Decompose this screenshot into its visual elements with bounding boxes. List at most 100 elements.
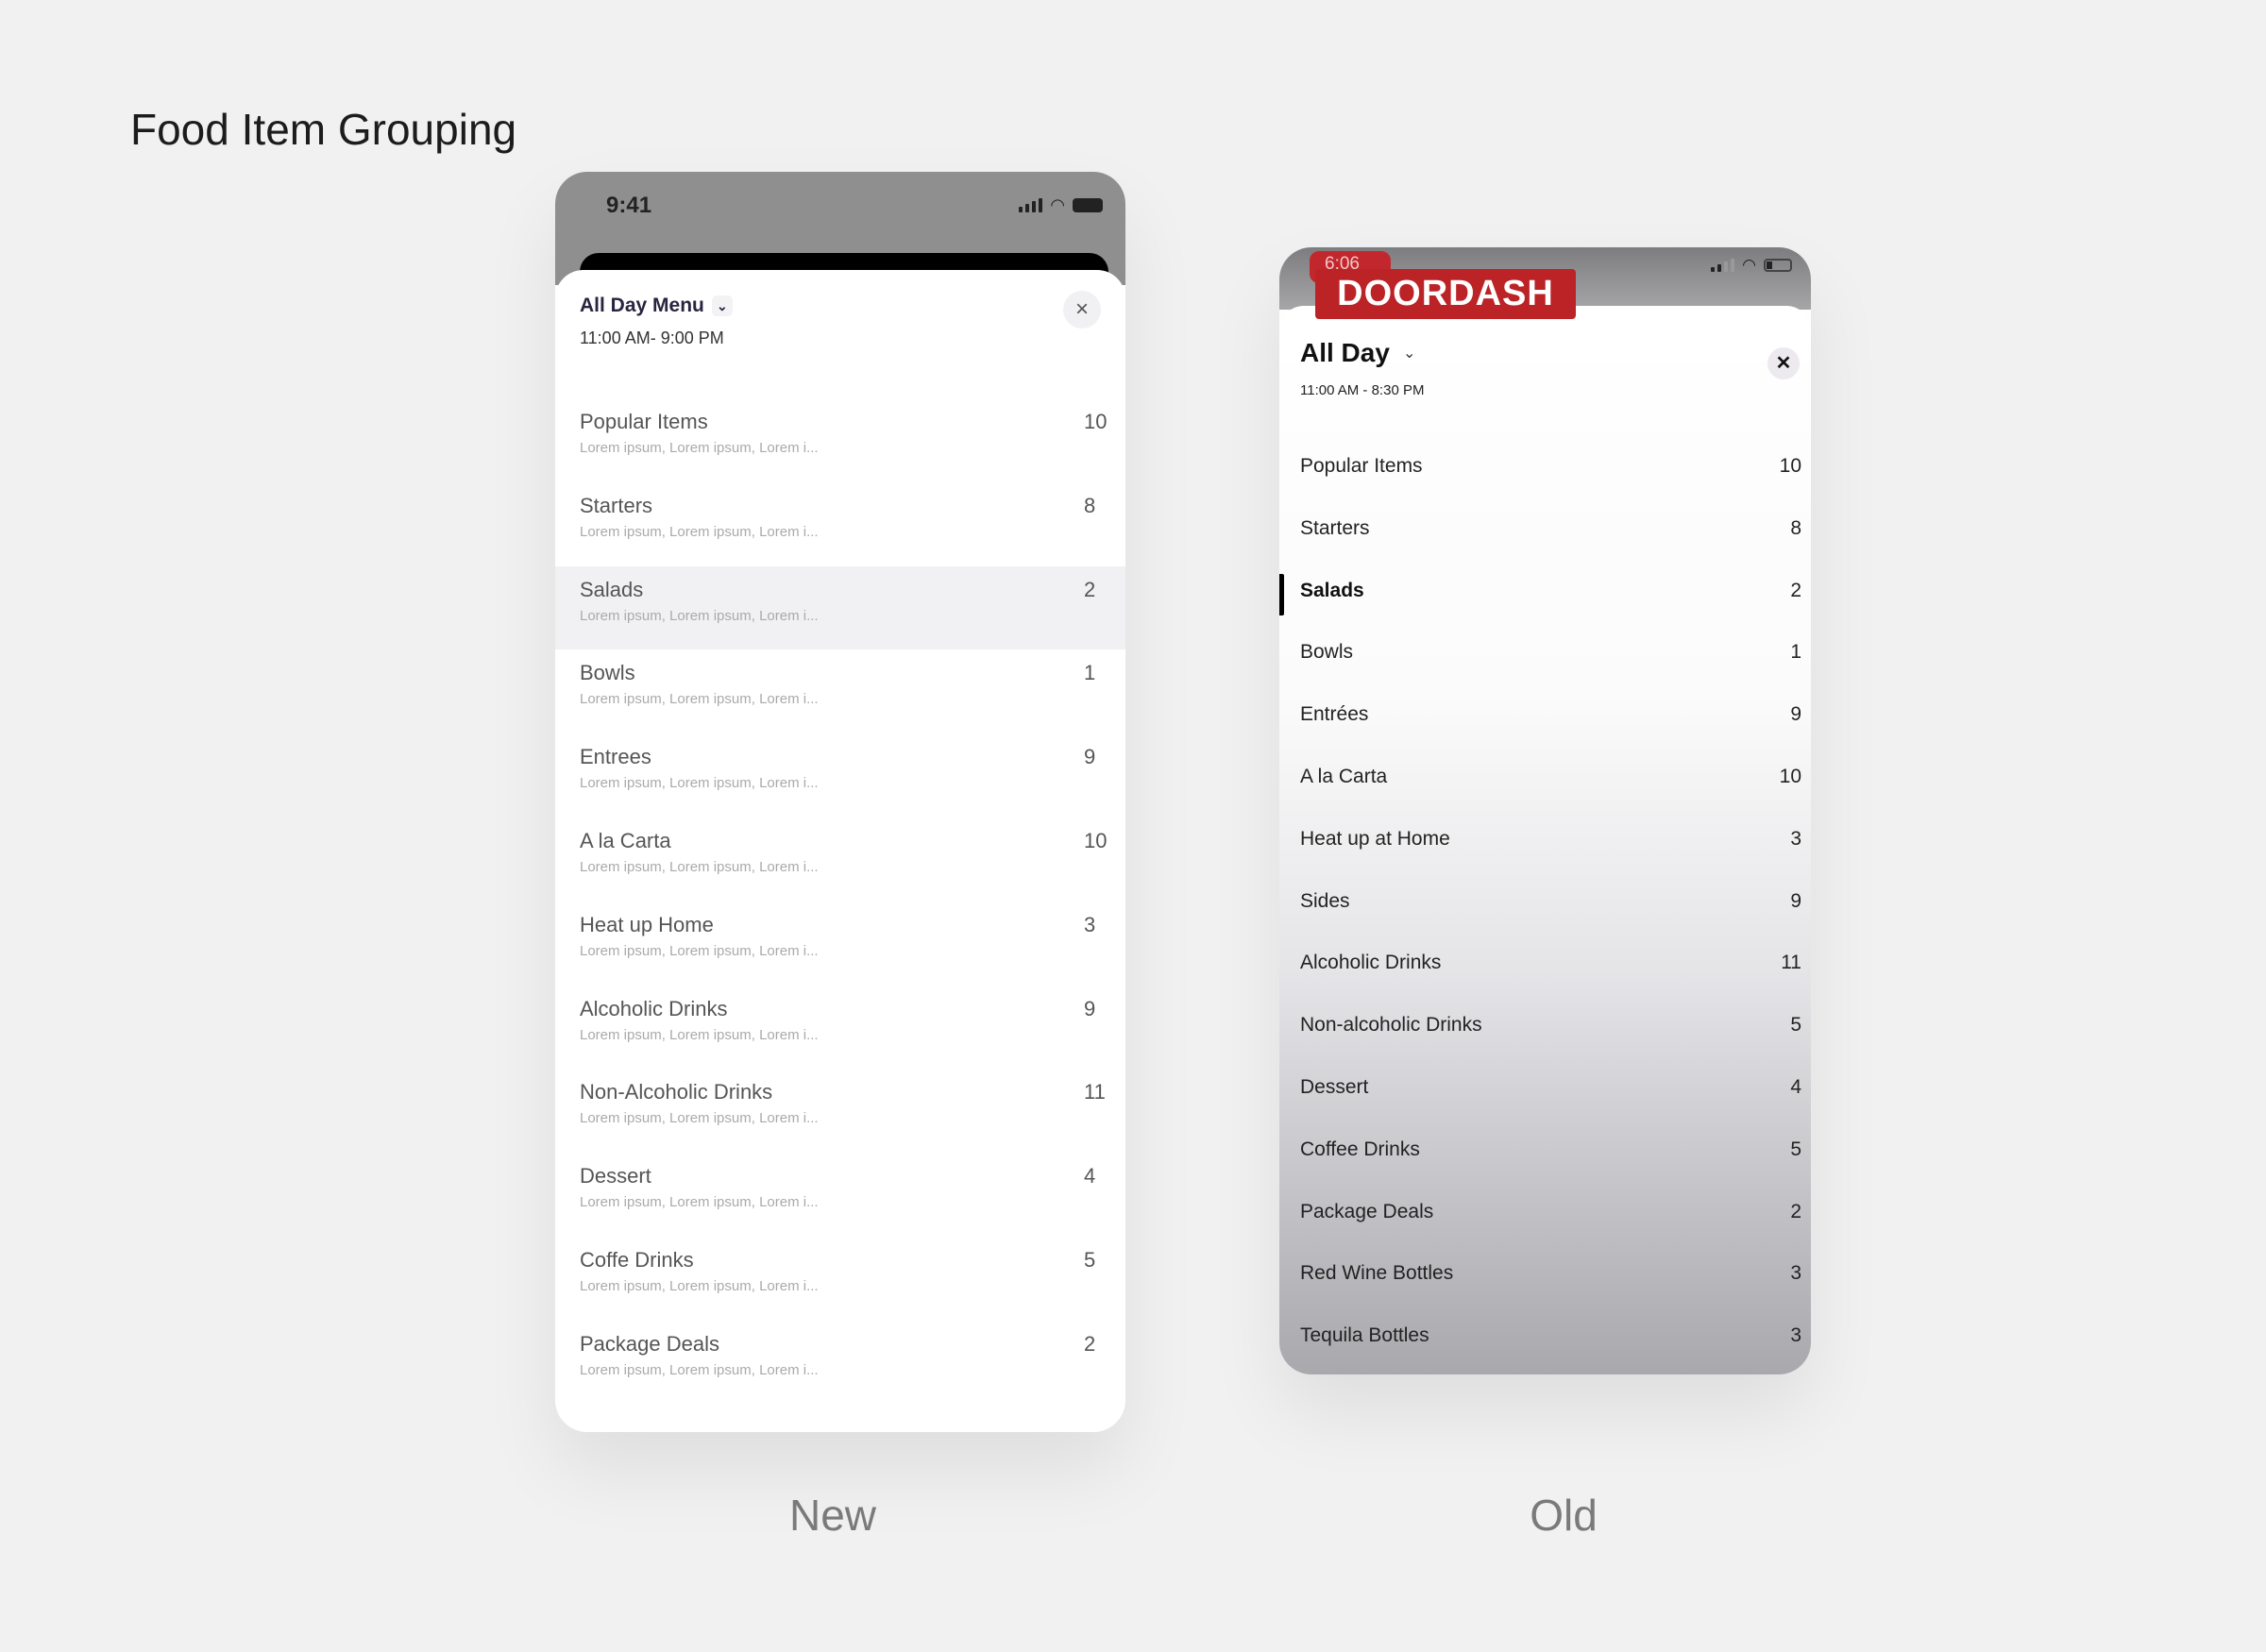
category-item[interactable]: Entrées 9 [1279, 694, 1811, 756]
category-name: Salads [1300, 579, 1364, 601]
doordash-logo-badge: DOORDASH [1315, 269, 1576, 319]
old-caption: Old [1530, 1491, 1598, 1540]
category-count: 9 [1790, 889, 1801, 912]
category-name: Starters [1300, 516, 1370, 539]
category-item[interactable]: Starters 8 [1279, 508, 1811, 570]
chevron-down-icon[interactable]: ⌄ [1403, 344, 1415, 362]
category-count: 5 [1084, 1247, 1096, 1272]
category-item[interactable]: Popular Items Lorem ipsum, Lorem ipsum, L… [555, 398, 1125, 482]
category-name: Heat up Home [580, 912, 714, 936]
category-count: 11 [1781, 952, 1801, 974]
category-name: Package Deals [580, 1331, 719, 1356]
new-caption: New [788, 1491, 877, 1540]
category-name: A la Carta [1300, 765, 1388, 787]
category-count: 10 [1084, 828, 1108, 852]
category-name: Dessert [580, 1164, 651, 1188]
close-button[interactable]: × [1063, 291, 1101, 329]
category-preview: Lorem ipsum, Lorem ipsum, Lorem i... [580, 775, 819, 792]
menu-hours: 11:00 AM- 9:00 PM [580, 329, 724, 347]
category-item[interactable]: Popular Items 10 [1279, 446, 1811, 508]
category-name: Red Wine Bottles [1300, 1262, 1454, 1285]
category-item[interactable]: Coffee Drinks 5 [1279, 1129, 1811, 1191]
category-item[interactable]: Starters Lorem ipsum, Lorem ipsum, Lorem … [555, 482, 1125, 566]
menu-sheet: All Day Menu ⌄ 11:00 AM- 9:00 PM × Popul… [555, 270, 1125, 1432]
category-count: 2 [1790, 1200, 1801, 1222]
category-item[interactable]: Salads 2 [1279, 570, 1811, 632]
category-name: Package Deals [1300, 1200, 1434, 1222]
category-count: 5 [1790, 1138, 1801, 1160]
category-item[interactable]: Coffe Drinks Lorem ipsum, Lorem ipsum, Lo… [555, 1237, 1125, 1321]
menu-title: All Day Menu [580, 295, 704, 316]
category-item[interactable]: A la Carta 10 [1279, 756, 1811, 818]
category-count: 8 [1790, 516, 1801, 539]
category-list: Popular Items 10 Starters 8 Salads 2 Bowls 1 Ent… [1279, 446, 1811, 1374]
category-count: 1 [1084, 661, 1096, 685]
category-item[interactable]: Dessert Lorem ipsum, Lorem ipsum, Lorem i… [555, 1153, 1125, 1237]
category-count: 10 [1779, 765, 1801, 787]
category-preview: Lorem ipsum, Lorem ipsum, Lorem i... [580, 607, 819, 624]
category-item[interactable]: Bowls 1 [1279, 632, 1811, 694]
category-item[interactable]: Package Deals Lorem ipsum, Lorem ipsum, L… [555, 1321, 1125, 1405]
category-item[interactable]: Tequila Bottles 3 [1279, 1315, 1811, 1374]
category-name: Alcoholic Drinks [1300, 952, 1442, 974]
category-item[interactable]: Heat up at Home 3 [1279, 818, 1811, 881]
wifi-icon: ◠ [1742, 256, 1756, 274]
category-preview: Lorem ipsum, Lorem ipsum, Lorem i... [580, 1194, 819, 1211]
category-name: Coffe Drinks [580, 1247, 694, 1272]
category-name: Popular Items [580, 410, 708, 433]
close-button[interactable]: ✕ [1767, 347, 1800, 379]
category-item[interactable]: Dessert 4 [1279, 1067, 1811, 1129]
category-preview: Lorem ipsum, Lorem ipsum, Lorem i... [580, 1110, 819, 1127]
category-item[interactable]: Sides 9 [1279, 881, 1811, 943]
category-count: 8 [1084, 493, 1096, 517]
category-preview: Lorem ipsum, Lorem ipsum, Lorem i... [580, 691, 819, 708]
category-item[interactable]: Alcoholic Drinks Lorem ipsum, Lorem ipsum… [555, 986, 1125, 1070]
chevron-down-icon[interactable]: ⌄ [711, 295, 733, 316]
menu-selector[interactable]: All Day ⌄ [1300, 338, 1415, 368]
category-name: Sides [1300, 889, 1350, 912]
category-count: 3 [1084, 912, 1096, 936]
menu-hours: 11:00 AM - 8:30 PM [1300, 382, 1425, 398]
page-title: Food Item Grouping [130, 105, 517, 154]
category-list: Popular Items Lorem ipsum, Lorem ipsum, L… [555, 398, 1125, 1405]
category-count: 9 [1084, 996, 1096, 1020]
category-name: Bowls [1300, 641, 1354, 664]
category-name: Heat up at Home [1300, 827, 1450, 850]
old-phone-mockup: ◠ 6:06 DOORDASH All Day ⌄ 11:00 AM - 8:3… [1279, 247, 1811, 1374]
category-preview: Lorem ipsum, Lorem ipsum, Lorem i... [580, 523, 819, 540]
category-item[interactable]: Non-Alcoholic Drinks Lorem ipsum, Lorem i… [555, 1069, 1125, 1153]
category-count: 2 [1084, 577, 1096, 601]
category-item[interactable]: Entrees Lorem ipsum, Lorem ipsum, Lorem i… [555, 733, 1125, 818]
category-name: A la Carta [580, 828, 671, 852]
battery-icon [1764, 259, 1792, 272]
category-name: Salads [580, 577, 644, 601]
signal-icon [1019, 198, 1043, 212]
menu-selector[interactable]: All Day Menu ⌄ [580, 295, 733, 317]
category-item[interactable]: A la Carta Lorem ipsum, Lorem ipsum, Lore… [555, 818, 1125, 902]
category-item[interactable]: Heat up Home Lorem ipsum, Lorem ipsum, Lo… [555, 902, 1125, 986]
category-count: 4 [1790, 1075, 1801, 1098]
category-count: 5 [1790, 1014, 1801, 1037]
status-time: 9:41 [606, 193, 652, 218]
category-count: 3 [1790, 1324, 1801, 1347]
category-item[interactable]: Red Wine Bottles 3 [1279, 1253, 1811, 1315]
category-count: 1 [1790, 641, 1801, 664]
category-item[interactable]: Package Deals 2 [1279, 1191, 1811, 1254]
category-name: Coffee Drinks [1300, 1138, 1420, 1160]
category-name: Bowls [580, 661, 635, 685]
category-preview: Lorem ipsum, Lorem ipsum, Lorem i... [580, 1026, 819, 1043]
category-item[interactable]: Non-alcoholic Drinks 5 [1279, 1004, 1811, 1067]
category-count: 11 [1084, 1080, 1106, 1104]
category-preview: Lorem ipsum, Lorem ipsum, Lorem i... [580, 858, 819, 875]
category-name: Alcoholic Drinks [580, 996, 728, 1020]
category-count: 10 [1779, 455, 1801, 477]
category-name: Entrées [1300, 703, 1369, 726]
category-count: 3 [1790, 1262, 1801, 1285]
category-count: 10 [1084, 410, 1108, 433]
category-name: Starters [580, 493, 653, 517]
category-preview: Lorem ipsum, Lorem ipsum, Lorem i... [580, 440, 819, 456]
category-item[interactable]: Bowls Lorem ipsum, Lorem ipsum, Lorem i..… [555, 649, 1125, 733]
category-item[interactable]: Alcoholic Drinks 11 [1279, 942, 1811, 1004]
menu-title: All Day [1300, 338, 1390, 367]
category-item[interactable]: Salads Lorem ipsum, Lorem ipsum, Lorem i.… [555, 565, 1125, 650]
